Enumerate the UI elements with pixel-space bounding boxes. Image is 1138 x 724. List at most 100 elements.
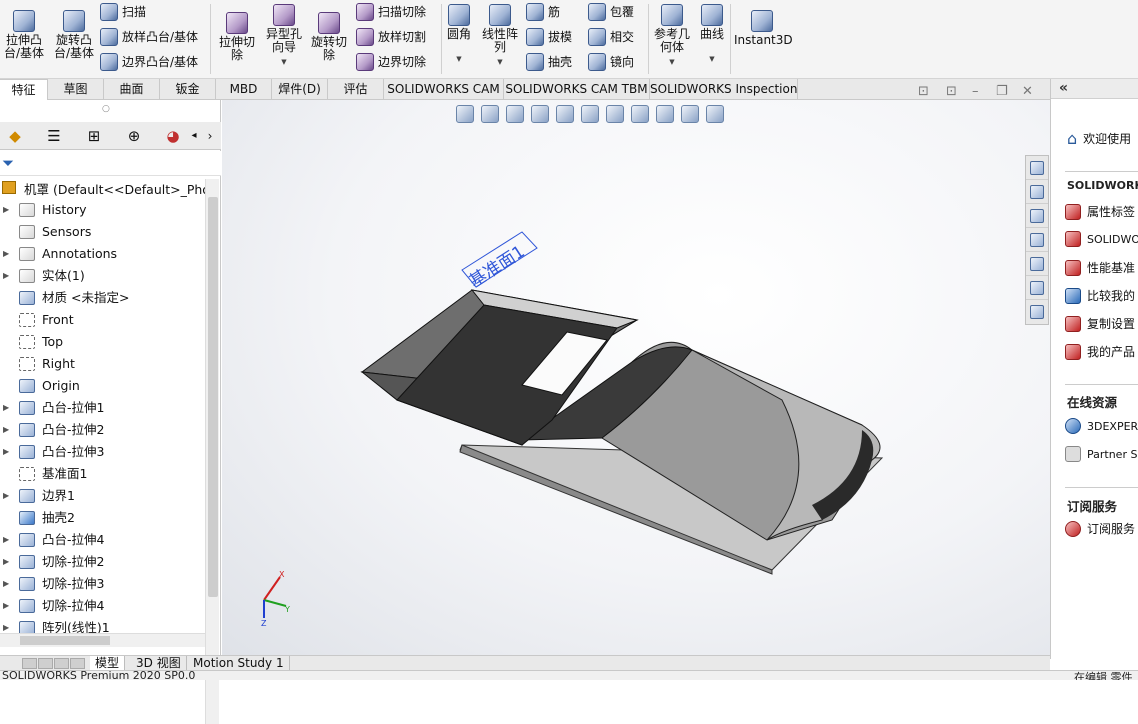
- expand-arrow-icon[interactable]: ▶: [3, 529, 9, 551]
- tree-item[interactable]: Top: [0, 331, 205, 353]
- boundary-boss-button[interactable]: 边界凸台/基体: [100, 53, 198, 71]
- view-palette-tab[interactable]: [1026, 228, 1048, 252]
- last-tab-icon[interactable]: [70, 658, 85, 669]
- revolve-boss-button[interactable]: 旋转凸 台/基体: [52, 10, 96, 60]
- dynamic-annotation-icon[interactable]: [556, 105, 574, 123]
- curves-dropdown-icon[interactable]: ▼: [698, 53, 726, 66]
- tab-features[interactable]: 特征: [0, 79, 48, 100]
- expand-arrow-icon[interactable]: ▶: [3, 485, 9, 507]
- tab-mbd[interactable]: MBD: [216, 79, 272, 100]
- hscroll-thumb[interactable]: [20, 636, 110, 645]
- tab-evaluate[interactable]: 评估: [328, 79, 384, 100]
- tab-model[interactable]: 模型: [90, 656, 126, 671]
- zoom-to-fit-icon[interactable]: [456, 105, 474, 123]
- tab-sheet-metal[interactable]: 钣金: [160, 79, 216, 100]
- view-orientation-icon[interactable]: [581, 105, 599, 123]
- swept-cut-button[interactable]: 扫描切除: [356, 3, 426, 21]
- tree-item[interactable]: Sensors: [0, 221, 205, 243]
- draft-button[interactable]: 拔模: [526, 28, 572, 46]
- tree-item[interactable]: ▶ 边界1: [0, 485, 205, 507]
- revolve-cut-button[interactable]: 旋转切 除: [308, 12, 350, 62]
- tree-item[interactable]: Origin: [0, 375, 205, 397]
- tree-item[interactable]: ▶ 切除-拉伸4: [0, 595, 205, 617]
- lofted-cut-button[interactable]: 放样切割: [356, 28, 426, 46]
- tree-item[interactable]: ▶ 凸台-拉伸2: [0, 419, 205, 441]
- tree-item[interactable]: ▶ Annotations: [0, 243, 205, 265]
- feature-manager-tab-icon[interactable]: ◆: [5, 126, 25, 146]
- forum-tab[interactable]: [1026, 300, 1048, 324]
- tab-motion-study[interactable]: Motion Study 1: [188, 656, 290, 671]
- tab-3d-views[interactable]: 3D 视图: [131, 656, 187, 671]
- tree-item[interactable]: 材质 <未指定>: [0, 287, 205, 309]
- intersect-button[interactable]: 相交: [588, 28, 634, 46]
- expand-arrow-icon[interactable]: ▶: [3, 397, 9, 419]
- tab-sketch[interactable]: 草图: [48, 79, 104, 100]
- reference-geometry-button[interactable]: 参考几 何体 ▼: [652, 4, 692, 69]
- collapse-chevron-icon[interactable]: «: [1059, 80, 1068, 96]
- tile-icon[interactable]: ⊡: [918, 84, 929, 99]
- boundary-cut-button[interactable]: 边界切除: [356, 53, 426, 71]
- task-item-1[interactable]: 属性标签: [1065, 203, 1135, 220]
- feature-filter-bar[interactable]: ⏷: [0, 151, 221, 176]
- filter-icon[interactable]: ⏷: [2, 154, 14, 172]
- tree-item[interactable]: 抽壳2: [0, 507, 205, 529]
- expand-arrow-icon[interactable]: ▶: [3, 265, 9, 287]
- tree-item[interactable]: 基准面1: [0, 463, 205, 485]
- panel-grip-icon[interactable]: ○: [102, 104, 110, 114]
- tab-solidworks-cam[interactable]: SOLIDWORKS CAM: [384, 79, 504, 100]
- appearances-tab[interactable]: [1026, 252, 1048, 276]
- custom-properties-tab[interactable]: [1026, 276, 1048, 300]
- scroll-right-icon[interactable]: ›: [200, 126, 220, 146]
- tree-item[interactable]: ▶ 实体(1): [0, 265, 205, 287]
- minimize-icon[interactable]: –: [972, 84, 979, 99]
- expand-arrow-icon[interactable]: ▶: [3, 419, 9, 441]
- feature-tree-hscroll[interactable]: [0, 633, 205, 647]
- shell-button[interactable]: 抽壳: [526, 53, 572, 71]
- reference-geometry-dropdown-icon[interactable]: ▼: [652, 56, 692, 69]
- design-library-tab[interactable]: [1026, 180, 1048, 204]
- first-tab-icon[interactable]: [22, 658, 37, 669]
- hole-wizard-dropdown-icon[interactable]: ▼: [262, 56, 306, 69]
- view-settings-icon[interactable]: [706, 105, 724, 123]
- tab-surfaces[interactable]: 曲面: [104, 79, 160, 100]
- hole-wizard-button[interactable]: 异型孔 向导 ▼: [262, 4, 306, 69]
- zoom-to-area-icon[interactable]: [481, 105, 499, 123]
- loft-boss-button[interactable]: 放样凸台/基体: [100, 28, 198, 46]
- expand-arrow-icon[interactable]: ▶: [3, 243, 9, 265]
- graphics-area[interactable]: 基准面1 X Y Z: [222, 100, 1050, 655]
- tree-item[interactable]: Right: [0, 353, 205, 375]
- expand-arrow-icon[interactable]: ▶: [3, 573, 9, 595]
- fillet-button[interactable]: 圆角 ▼: [445, 4, 473, 66]
- curves-button[interactable]: 曲线 ▼: [698, 4, 726, 66]
- expand-arrow-icon[interactable]: ▶: [3, 441, 9, 463]
- extrude-boss-button[interactable]: 拉伸凸 台/基体: [3, 10, 45, 60]
- linear-pattern-button[interactable]: 线性阵 列 ▼: [479, 4, 521, 69]
- mirror-button[interactable]: 镜向: [588, 53, 634, 71]
- expand-arrow-icon[interactable]: ▶: [3, 551, 9, 573]
- hide-show-items-icon[interactable]: [631, 105, 649, 123]
- tab-weldments[interactable]: 焊件(D): [272, 79, 328, 100]
- rib-button[interactable]: 筋: [526, 3, 560, 21]
- task-item-2[interactable]: SOLIDWO: [1065, 231, 1138, 247]
- tab-solidworks-inspection[interactable]: SOLIDWORKS Inspection: [650, 79, 798, 100]
- vscroll-thumb[interactable]: [208, 197, 218, 597]
- extrude-cut-button[interactable]: 拉伸切 除: [216, 12, 258, 62]
- tree-item[interactable]: Front: [0, 309, 205, 331]
- fillet-dropdown-icon[interactable]: ▼: [445, 53, 473, 66]
- task-item-4[interactable]: 比较我的: [1065, 287, 1135, 304]
- edit-appearance-icon[interactable]: [656, 105, 674, 123]
- welcome-link[interactable]: ⌂ 欢迎使用: [1067, 129, 1131, 148]
- close-icon[interactable]: ✕: [1022, 84, 1033, 99]
- display-style-icon[interactable]: [606, 105, 624, 123]
- task-item-6[interactable]: 我的产品: [1065, 343, 1135, 360]
- prev-tab-icon[interactable]: [38, 658, 53, 669]
- part-root-item[interactable]: 机罩 (Default<<Default>_Photo: [0, 179, 205, 197]
- tab-solidworks-cam-tbm[interactable]: SOLIDWORKS CAM TBM: [504, 79, 650, 100]
- maximize-icon[interactable]: ❐: [996, 84, 1008, 99]
- expand-arrow-icon[interactable]: ▶: [3, 199, 9, 221]
- online-item-2[interactable]: Partner S: [1065, 446, 1137, 462]
- display-manager-tab-icon[interactable]: ◕: [163, 126, 183, 146]
- section-view-icon[interactable]: [531, 105, 549, 123]
- sweep-button[interactable]: 扫描: [100, 3, 146, 21]
- tree-item[interactable]: ▶ 凸台-拉伸1: [0, 397, 205, 419]
